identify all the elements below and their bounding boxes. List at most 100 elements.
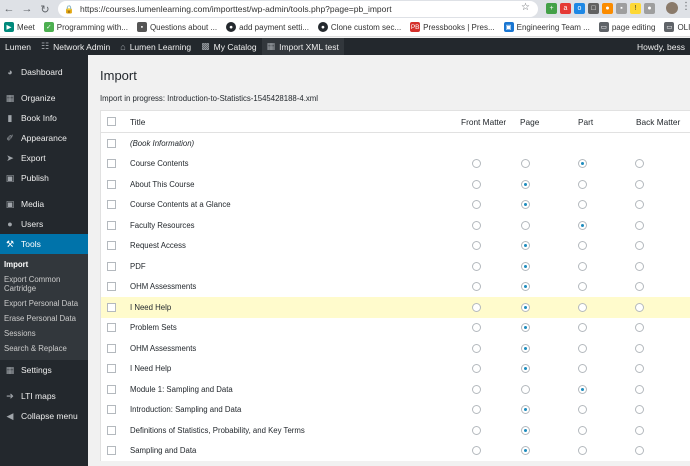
extension-icon[interactable]: a <box>560 3 571 14</box>
radio-page[interactable] <box>520 364 530 374</box>
bookmark-meet[interactable]: ▶ Meet <box>4 22 35 32</box>
extension-icon[interactable]: ● <box>644 3 655 14</box>
radio-back-matter[interactable] <box>634 446 644 456</box>
star-icon[interactable]: ☆ <box>521 2 530 13</box>
radio-part[interactable] <box>577 159 587 169</box>
radio-part[interactable] <box>577 446 587 456</box>
radio-front-matter[interactable] <box>471 446 481 456</box>
radio-front-matter[interactable] <box>471 405 481 415</box>
bookmark-clone[interactable]: ● Clone custom sec... <box>317 22 401 32</box>
radio-front-matter[interactable] <box>471 384 481 394</box>
radio-part[interactable] <box>577 179 587 189</box>
radio-front-matter[interactable] <box>471 425 481 435</box>
radio-part[interactable] <box>577 220 587 230</box>
extension-icon[interactable]: o <box>574 3 585 14</box>
radio-front-matter[interactable] <box>471 364 481 374</box>
radio-page[interactable] <box>520 323 530 333</box>
radio-page[interactable] <box>520 241 530 251</box>
radio-page[interactable] <box>520 159 530 169</box>
radio-back-matter[interactable] <box>634 241 644 251</box>
radio-front-matter[interactable] <box>471 282 481 292</box>
submenu-import[interactable]: Import <box>0 257 88 272</box>
radio-front-matter[interactable] <box>471 323 481 333</box>
row-checkbox[interactable] <box>107 446 116 456</box>
radio-front-matter[interactable] <box>471 200 481 210</box>
radio-front-matter[interactable] <box>471 159 481 169</box>
sidebar-item-organize[interactable]: ▦ Organize <box>0 88 88 108</box>
radio-front-matter[interactable] <box>471 220 481 230</box>
radio-back-matter[interactable] <box>634 384 644 394</box>
radio-part[interactable] <box>577 384 587 394</box>
extension-icon[interactable]: + <box>546 3 557 14</box>
bookmark-pressbooks[interactable]: PB Pressbooks | Pres... <box>410 22 495 32</box>
adminbar-lumen-learning[interactable]: ⌂ Lumen Learning <box>115 38 196 55</box>
extension-icon[interactable]: ● <box>602 3 613 14</box>
radio-front-matter[interactable] <box>471 261 481 271</box>
row-checkbox[interactable] <box>107 220 116 230</box>
radio-page[interactable] <box>520 282 530 292</box>
row-checkbox[interactable] <box>107 364 116 374</box>
row-checkbox[interactable] <box>107 179 116 189</box>
adminbar-account[interactable]: Howdy, bess <box>637 38 685 55</box>
sidebar-item-lti-maps[interactable]: ➔ LTI maps <box>0 386 88 406</box>
bookmark-programming[interactable]: ✓ Programming with... <box>43 22 128 32</box>
row-checkbox[interactable] <box>107 405 116 415</box>
row-checkbox[interactable] <box>107 425 116 435</box>
row-checkbox[interactable] <box>107 323 116 333</box>
sidebar-item-dashboard[interactable]: ◕ Dashboard <box>0 62 88 82</box>
radio-page[interactable] <box>520 343 530 353</box>
radio-front-matter[interactable] <box>471 343 481 353</box>
radio-part[interactable] <box>577 200 587 210</box>
row-checkbox[interactable] <box>107 282 116 292</box>
row-checkbox[interactable] <box>107 302 116 312</box>
select-all-checkbox[interactable] <box>107 117 116 126</box>
radio-part[interactable] <box>577 425 587 435</box>
radio-part[interactable] <box>577 323 587 333</box>
bookmark-questions[interactable]: ▪ Questions about ... <box>136 22 217 32</box>
radio-front-matter[interactable] <box>471 241 481 251</box>
radio-page[interactable] <box>520 261 530 271</box>
submenu-sessions[interactable]: Sessions <box>0 326 88 341</box>
radio-page[interactable] <box>520 425 530 435</box>
radio-back-matter[interactable] <box>634 261 644 271</box>
sidebar-item-media[interactable]: ▣ Media <box>0 194 88 214</box>
row-checkbox[interactable] <box>107 343 116 353</box>
radio-page[interactable] <box>520 220 530 230</box>
radio-back-matter[interactable] <box>634 179 644 189</box>
radio-part[interactable] <box>577 261 587 271</box>
more-menu-icon[interactable]: ⋮ <box>681 1 690 12</box>
forward-arrow-icon[interactable]: → <box>18 0 36 18</box>
radio-back-matter[interactable] <box>634 364 644 374</box>
sidebar-item-users[interactable]: ● Users <box>0 214 88 234</box>
adminbar-current-book[interactable]: ▦ Import XML test <box>261 38 344 55</box>
back-arrow-icon[interactable]: ← <box>0 0 18 18</box>
row-checkbox[interactable] <box>107 261 116 271</box>
bookmark-engineering[interactable]: ▣ Engineering Team ... <box>503 22 590 32</box>
radio-page[interactable] <box>520 405 530 415</box>
radio-page[interactable] <box>520 200 530 210</box>
sidebar-item-settings[interactable]: ▦ Settings <box>0 360 88 380</box>
radio-page[interactable] <box>520 384 530 394</box>
radio-part[interactable] <box>577 302 587 312</box>
radio-back-matter[interactable] <box>634 282 644 292</box>
radio-back-matter[interactable] <box>634 220 644 230</box>
bookmark-page-editing[interactable]: ▭ page editing <box>598 22 655 32</box>
radio-page[interactable] <box>520 446 530 456</box>
radio-part[interactable] <box>577 282 587 292</box>
radio-back-matter[interactable] <box>634 159 644 169</box>
address-bar[interactable]: 🔒 https://courses.lumenlearning.com/impo… <box>58 1 538 17</box>
radio-page[interactable] <box>520 179 530 189</box>
sidebar-item-tools[interactable]: ⚒ Tools <box>0 234 88 254</box>
adminbar-my-catalog[interactable]: ▩ My Catalog <box>196 38 262 55</box>
radio-part[interactable] <box>577 241 587 251</box>
adminbar-network-admin[interactable]: ☷ Network Admin <box>36 38 115 55</box>
radio-part[interactable] <box>577 343 587 353</box>
sidebar-collapse-menu[interactable]: ◀ Collapse menu <box>0 406 88 426</box>
adminbar-site[interactable]: Lumen <box>0 38 36 55</box>
row-checkbox[interactable] <box>107 200 116 210</box>
reload-icon[interactable]: ↻ <box>36 0 54 18</box>
radio-front-matter[interactable] <box>471 179 481 189</box>
submenu-export-personal-data[interactable]: Export Personal Data <box>0 296 88 311</box>
row-checkbox[interactable] <box>107 138 116 148</box>
bookmark-payment[interactable]: ● add payment setti... <box>226 22 309 32</box>
